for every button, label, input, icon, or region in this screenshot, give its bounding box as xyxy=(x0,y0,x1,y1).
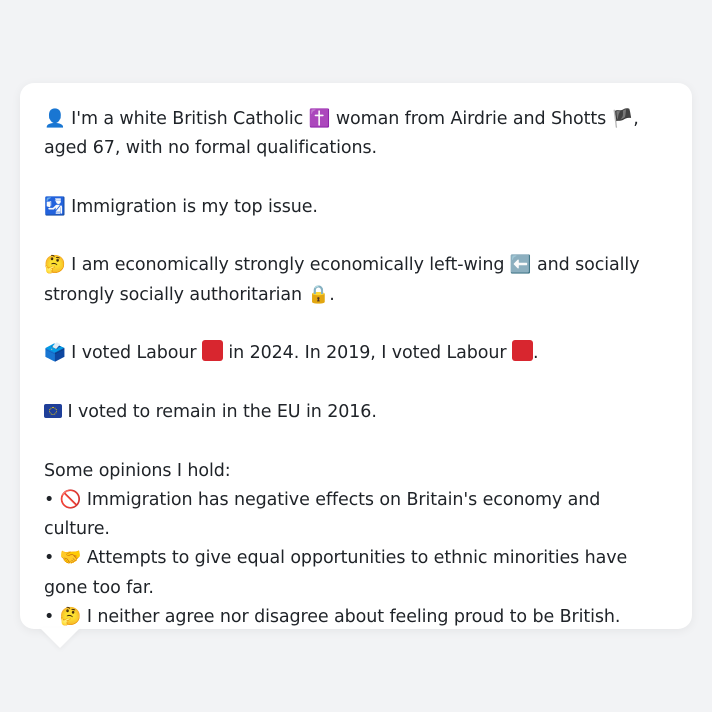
passport-control-icon: 🛂 xyxy=(44,196,66,217)
prohibited-icon: 🚫 xyxy=(59,489,82,510)
handshake-icon: 🤝 xyxy=(59,548,82,569)
opinion-item: • 🤔 I neither agree nor disagree about f… xyxy=(44,603,668,632)
identity-line: 👤 I'm a white British Catholic ✝️ woman … xyxy=(44,105,668,164)
vote-text-b: in 2024. In 2019, I voted Labour xyxy=(222,343,512,364)
vote-line: 🗳️ I voted Labour in 2024. In 2019, I vo… xyxy=(44,339,668,368)
opinion-text: Attempts to give equal opportunities to … xyxy=(44,548,628,598)
opinion-item: • 🤝 Attempts to give equal opportunities… xyxy=(44,544,668,603)
identity-text-a: I'm a white British Catholic xyxy=(65,109,309,129)
ideology-text-a: I am economically strongly economically … xyxy=(65,255,510,276)
scotland-flag-icon: 🏴 xyxy=(611,109,634,129)
opinion-item: • 🚫 Immigration has negative effects on … xyxy=(44,486,668,545)
opinion-text: Immigration has negative effects on Brit… xyxy=(44,489,601,540)
bubble-tail xyxy=(40,628,80,648)
left-arrow-icon: ⬅️ xyxy=(509,255,532,276)
top-issue-line: 🛂 Immigration is my top issue. xyxy=(44,193,668,222)
message-bubble: 👤 I'm a white British Catholic ✝️ woman … xyxy=(20,83,692,629)
lock-icon: 🔒 xyxy=(307,284,330,305)
vote-text-c: . xyxy=(532,343,539,364)
ideology-text-c: . xyxy=(329,284,335,305)
person-icon: 👤 xyxy=(44,109,66,129)
thinking-face-icon: 🤔 xyxy=(44,255,66,276)
bullet: • xyxy=(44,548,55,569)
opinion-text: I neither agree nor disagree about feeli… xyxy=(81,607,621,628)
bullet: • xyxy=(44,489,55,510)
identity-text-b: woman from Airdrie and Shotts xyxy=(330,109,612,129)
opinions-heading: Some opinions I hold: xyxy=(44,460,231,481)
cross-icon: ✝️ xyxy=(308,109,331,129)
red-square-icon xyxy=(511,340,533,362)
vote-text-a: I voted Labour xyxy=(65,343,202,364)
eu-flag-icon xyxy=(44,403,62,418)
ballot-box-icon: 🗳️ xyxy=(44,343,66,364)
ideology-line: 🤔 I am economically strongly economicall… xyxy=(44,251,668,310)
eu-line: I voted to remain in the EU in 2016. xyxy=(44,398,668,427)
eu-text: I voted to remain in the EU in 2016. xyxy=(62,401,377,422)
top-issue-text: Immigration is my top issue. xyxy=(65,196,318,217)
red-square-icon xyxy=(201,340,223,362)
bullet: • xyxy=(44,607,55,628)
